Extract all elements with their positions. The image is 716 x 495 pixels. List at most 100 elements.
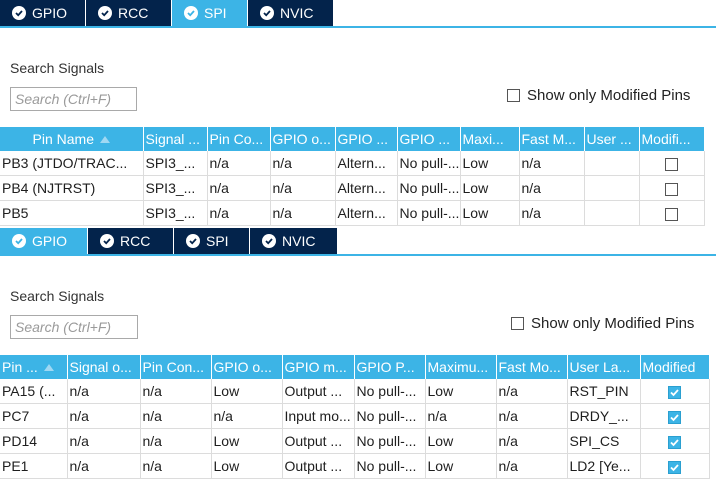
col-header-user-label[interactable]: User La... — [567, 355, 641, 379]
modified-checkbox[interactable] — [668, 385, 681, 399]
cell-modified — [640, 403, 710, 429]
cell-pin-name: PE1 — [0, 453, 68, 479]
tab-label: GPIO — [32, 5, 68, 21]
cell-gpio-pull: No pull-... — [397, 175, 461, 201]
col-header-pin-name[interactable]: Pin ... — [0, 355, 68, 379]
col-header-max-speed[interactable]: Maximu... — [425, 355, 497, 379]
tab-nvic[interactable]: NVIC — [250, 228, 338, 254]
tab-underline — [0, 26, 716, 28]
tab-label: RCC — [118, 5, 149, 21]
search-signals-label: Search Signals — [10, 60, 105, 76]
tab-gpio[interactable]: GPIO — [0, 0, 86, 26]
cell-pin-name: PA15 (... — [0, 379, 68, 404]
modified-checkbox[interactable] — [665, 157, 678, 171]
check-circle-icon — [262, 234, 276, 248]
cell-fast-mode: n/a — [496, 428, 568, 454]
cell-modified — [640, 453, 710, 479]
cell-signal: SPI3_... — [143, 175, 208, 201]
cell-pin-context: n/a — [140, 453, 212, 479]
cell-pin-name: PB4 (NJTRST) — [0, 175, 144, 201]
cell-user-label: SPI_CS — [567, 428, 641, 454]
search-input[interactable] — [10, 87, 137, 111]
col-header-modified[interactable]: Modified — [640, 355, 710, 379]
show-modified-checkbox[interactable] — [511, 317, 524, 330]
col-header-fast-mode[interactable]: Fast M... — [519, 127, 585, 151]
table-row[interactable]: PC7 n/a n/a n/a Input mo... No pull-... … — [0, 403, 710, 429]
table-row[interactable]: PB5 SPI3_... n/a n/a Altern... No pull-.… — [0, 200, 705, 226]
cell-modified — [640, 379, 710, 404]
cell-gpio-mode: Altern... — [335, 175, 398, 201]
col-header-gpio-pull[interactable]: GPIO P... — [354, 355, 426, 379]
tab-underline — [0, 254, 716, 256]
modified-checkbox[interactable] — [668, 410, 681, 424]
tab-label: SPI — [204, 5, 227, 21]
col-header-gpio-output[interactable]: GPIO o... — [270, 127, 336, 151]
col-header-signal[interactable]: Signal ... — [143, 127, 208, 151]
cell-gpio-mode: Output ... — [282, 453, 355, 479]
table-row[interactable]: PE1 n/a n/a Low Output ... No pull-... L… — [0, 453, 710, 479]
table-row[interactable]: PB4 (NJTRST) SPI3_... n/a n/a Altern... … — [0, 175, 705, 201]
cell-gpio-pull: No pull-... — [354, 428, 426, 454]
cell-gpio-pull: No pull-... — [354, 379, 426, 404]
signals-table-1: Pin Name Signal ... Pin Co... GPIO o... … — [0, 127, 705, 226]
cell-gpio-pull: No pull-... — [397, 200, 461, 226]
col-header-pin-name[interactable]: Pin Name — [0, 127, 144, 151]
col-header-fast-mode[interactable]: Fast Mo... — [496, 355, 568, 379]
cell-gpio-mode: Input mo... — [282, 403, 355, 429]
cell-max-speed: Low — [460, 175, 520, 201]
table-row[interactable]: PD14 n/a n/a Low Output ... No pull-... … — [0, 428, 710, 454]
check-circle-icon — [184, 6, 198, 20]
table-header-row: Pin ... Signal o... Pin Con... GPIO o...… — [0, 355, 710, 379]
check-icon — [670, 414, 679, 422]
col-header-gpio-mode[interactable]: GPIO m... — [282, 355, 355, 379]
modified-checkbox[interactable] — [665, 182, 678, 196]
col-header-gpio-output[interactable]: GPIO o... — [211, 355, 283, 379]
cell-pin-context: n/a — [207, 200, 271, 226]
cell-pin-context: n/a — [140, 428, 212, 454]
cell-pin-context: n/a — [207, 151, 271, 176]
modified-checkbox[interactable] — [668, 435, 681, 449]
tab-spi[interactable]: SPI — [172, 0, 248, 26]
check-circle-icon — [260, 6, 274, 20]
col-header-max-speed[interactable]: Maxi... — [460, 127, 520, 151]
cell-fast-mode: n/a — [519, 175, 585, 201]
tab-label: SPI — [206, 233, 229, 249]
tab-bar-1: GPIO RCC SPI NVIC — [0, 0, 334, 26]
table-row[interactable]: PA15 (... n/a n/a Low Output ... No pull… — [0, 379, 710, 404]
cell-modified — [639, 151, 705, 176]
col-header-user-label[interactable]: User ... — [584, 127, 640, 151]
tab-spi[interactable]: SPI — [174, 228, 250, 254]
cell-user-label — [584, 175, 640, 201]
tab-nvic[interactable]: NVIC — [248, 0, 334, 26]
col-header-gpio-pull[interactable]: GPIO ... — [397, 127, 461, 151]
show-modified-checkbox[interactable] — [507, 89, 520, 102]
tab-bar-2: GPIO RCC SPI NVIC — [0, 228, 338, 254]
tab-rcc[interactable]: RCC — [86, 0, 172, 26]
col-header-gpio-mode[interactable]: GPIO ... — [335, 127, 398, 151]
cell-signal: SPI3_... — [143, 151, 208, 176]
cell-pin-context: n/a — [140, 379, 212, 404]
tab-gpio[interactable]: GPIO — [0, 228, 88, 254]
col-header-modified[interactable]: Modifi... — [639, 127, 705, 151]
check-icon — [670, 439, 679, 447]
modified-checkbox[interactable] — [668, 460, 681, 474]
cell-gpio-mode: Output ... — [282, 379, 355, 404]
col-header-pin-context[interactable]: Pin Co... — [207, 127, 271, 151]
col-header-signal[interactable]: Signal o... — [67, 355, 141, 379]
cell-modified — [639, 175, 705, 201]
tab-rcc[interactable]: RCC — [88, 228, 174, 254]
cell-pin-context: n/a — [140, 403, 212, 429]
show-modified-pins-toggle[interactable]: Show only Modified Pins — [507, 87, 690, 104]
cell-gpio-output: Low — [211, 428, 283, 454]
search-input[interactable] — [10, 315, 138, 339]
cell-max-speed: Low — [425, 379, 497, 404]
table-row[interactable]: PB3 (JTDO/TRAC... SPI3_... n/a n/a Alter… — [0, 151, 705, 176]
cell-fast-mode: n/a — [519, 151, 585, 176]
col-header-pin-context[interactable]: Pin Con... — [140, 355, 212, 379]
tab-label: NVIC — [282, 233, 316, 249]
pinout-panel-1: GPIO RCC SPI NVIC Search Signals Show on… — [0, 0, 716, 226]
cell-gpio-output: n/a — [270, 175, 336, 201]
show-modified-pins-toggle[interactable]: Show only Modified Pins — [511, 315, 694, 332]
cell-gpio-mode: Altern... — [335, 200, 398, 226]
modified-checkbox[interactable] — [665, 207, 678, 221]
